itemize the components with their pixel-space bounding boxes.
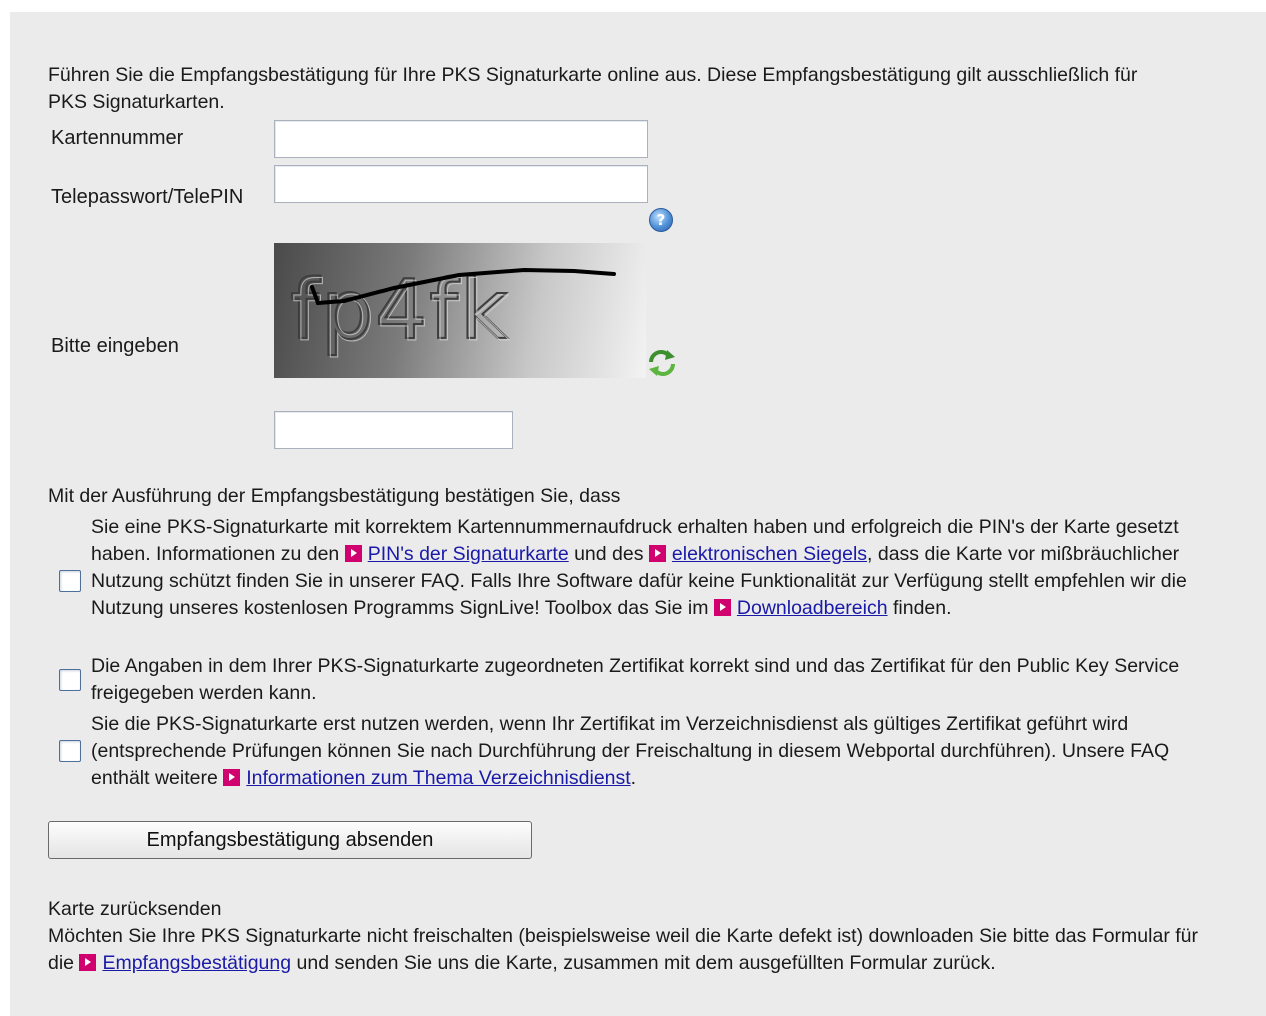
help-question-icon[interactable]: ? xyxy=(649,208,673,232)
return-card-section: Karte zurücksenden Möchten Sie Ihre PKS … xyxy=(48,896,1198,977)
intro-text: Führen Sie die Empfangsbestätigung für I… xyxy=(48,64,1138,113)
arrow-right-icon xyxy=(648,545,666,562)
confirm-checkbox-2[interactable] xyxy=(59,669,81,691)
receipt-form-link[interactable]: Empfangsbestätigung xyxy=(102,952,291,974)
submit-button[interactable]: Empfangsbestätigung absenden xyxy=(48,821,532,859)
electronic-seal-link[interactable]: elektronischen Siegels xyxy=(672,543,867,565)
captcha-input[interactable] xyxy=(274,411,513,449)
arrow-right-icon xyxy=(344,545,362,562)
download-area-link[interactable]: Downloadbereich xyxy=(737,597,888,619)
card-number-label: Kartennummer xyxy=(51,127,184,149)
confirm-intro: Mit der Ausführung der Empfangsbestätigu… xyxy=(48,485,621,507)
return-card-text: Möchten Sie Ihre PKS Signaturkarte nicht… xyxy=(48,925,1198,974)
telepassword-input[interactable] xyxy=(274,165,648,203)
pin-link[interactable]: PIN's der Signaturkarte xyxy=(368,543,569,565)
arrow-right-icon xyxy=(713,599,731,616)
telepassword-label: Telepasswort/TelePIN xyxy=(51,186,244,208)
refresh-icon[interactable] xyxy=(646,348,678,378)
confirm-checkbox-1[interactable] xyxy=(59,570,81,592)
captcha-image: fp4fk fp4fk xyxy=(274,243,646,378)
arrow-right-icon xyxy=(79,954,97,971)
svg-text:fp4fk: fp4fk xyxy=(292,265,511,360)
return-card-title: Karte zurücksenden xyxy=(48,898,222,920)
arrow-right-icon xyxy=(223,769,241,786)
confirm-item-3: Sie die PKS-Signaturkarte erst nutzen we… xyxy=(91,713,1170,789)
directory-service-link[interactable]: Informationen zum Thema Verzeichnisdiens… xyxy=(246,767,630,789)
card-number-input[interactable] xyxy=(274,120,648,158)
confirm-item-1: Sie eine PKS-Signaturkarte mit korrektem… xyxy=(91,516,1187,619)
confirm-item-2: Die Angaben in dem Ihrer PKS-Signaturkar… xyxy=(91,655,1180,704)
captcha-label: Bitte eingeben xyxy=(51,335,179,357)
confirm-checkbox-3[interactable] xyxy=(59,740,81,762)
